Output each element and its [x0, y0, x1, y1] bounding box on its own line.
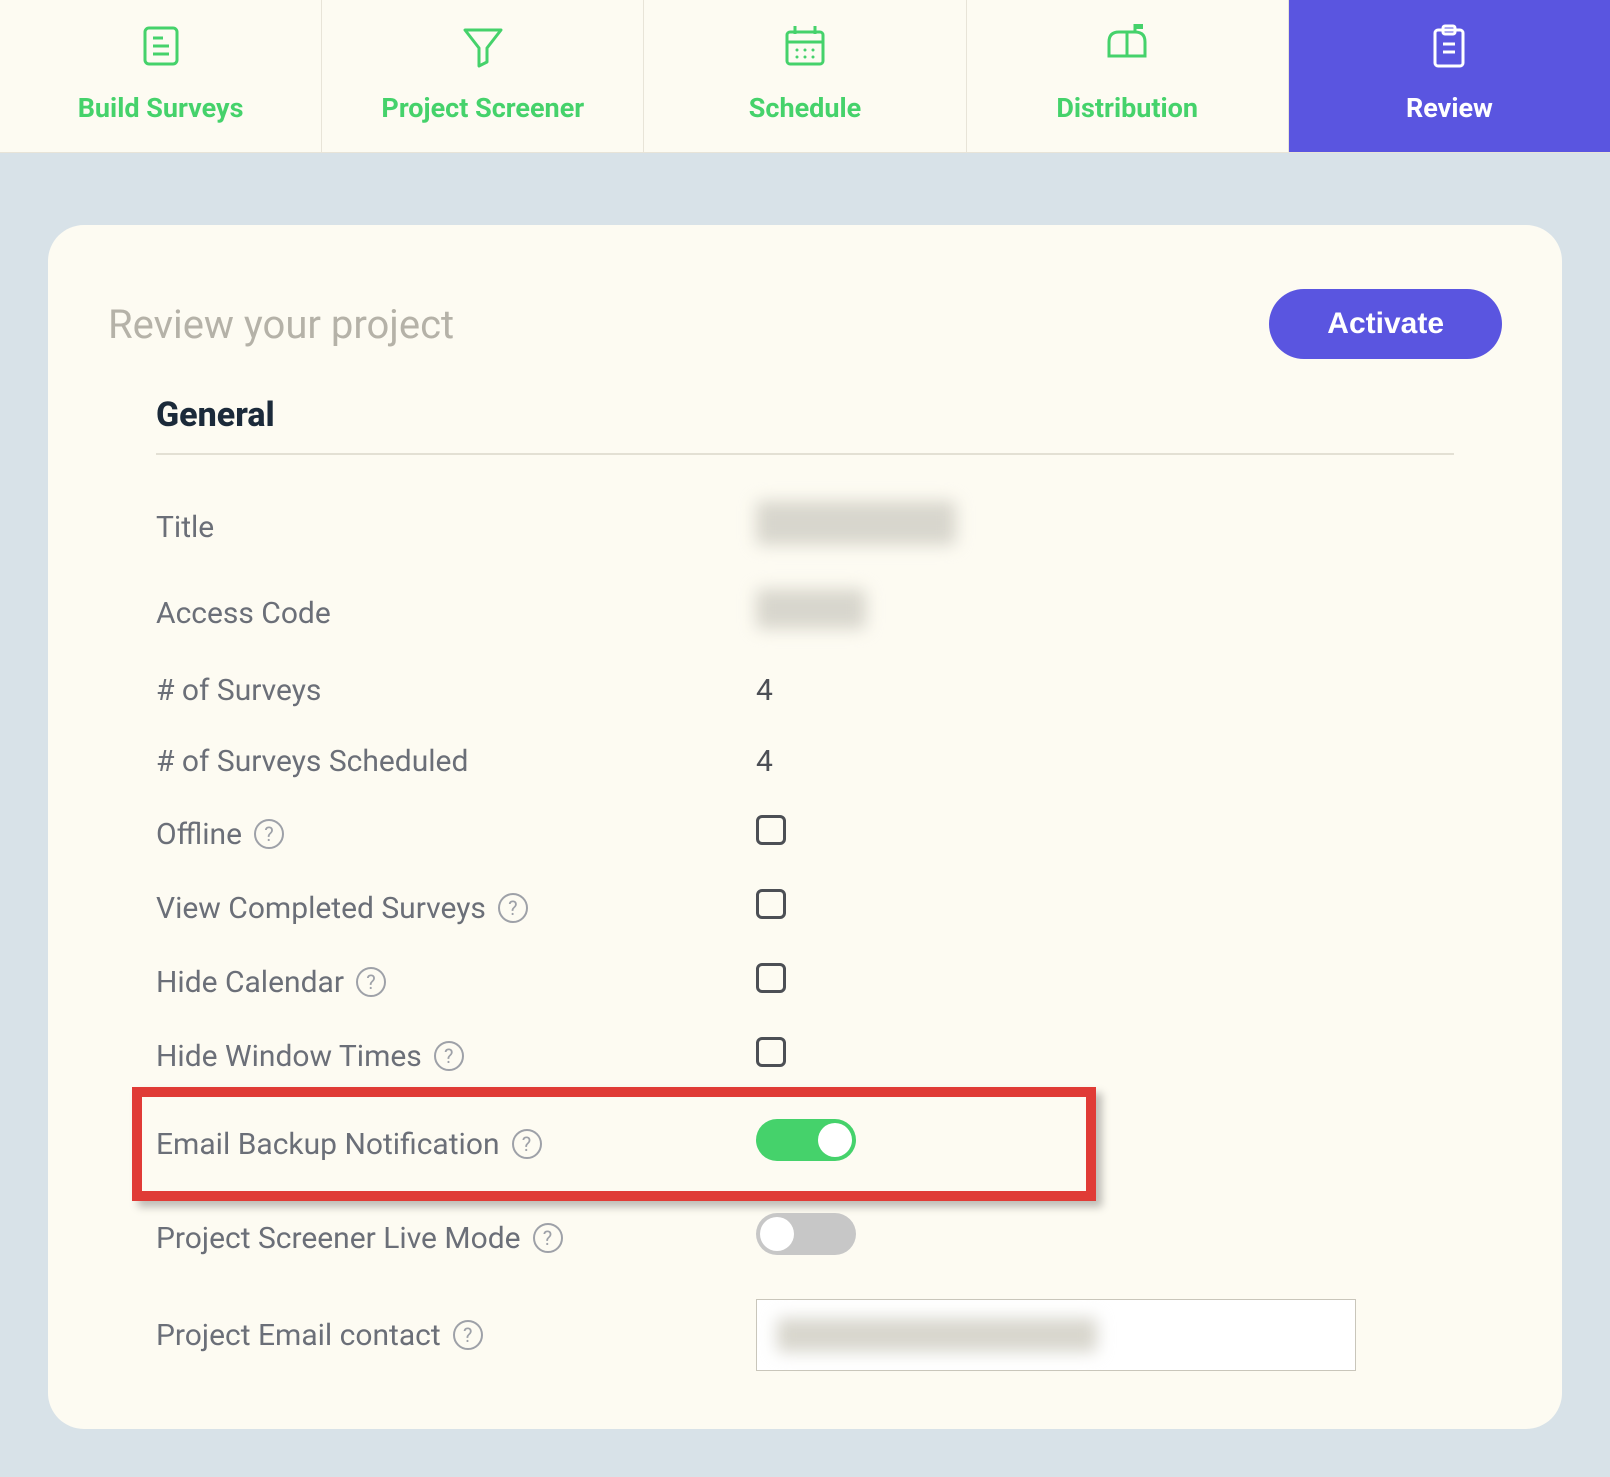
row-view-completed: View Completed Surveys ?: [156, 871, 1454, 945]
input-email-contact[interactable]: [756, 1299, 1356, 1371]
row-email-backup: Email Backup Notification ?: [156, 1093, 1454, 1195]
row-offline: Offline ?: [156, 797, 1454, 871]
value-title-redacted: [756, 501, 956, 545]
tab-label: Review: [1406, 92, 1493, 124]
help-icon[interactable]: ?: [533, 1223, 563, 1253]
page-title: Review your project: [108, 301, 454, 348]
value-email-contact-redacted: [777, 1318, 1097, 1352]
tab-project-screener[interactable]: Project Screener: [322, 0, 644, 152]
label-num-surveys: # of Surveys: [156, 673, 321, 708]
label-email-contact: Project Email contact: [156, 1318, 441, 1353]
help-icon[interactable]: ?: [434, 1041, 464, 1071]
label-access-code: Access Code: [156, 596, 331, 631]
label-title: Title: [156, 510, 214, 545]
tab-label: Distribution: [1056, 92, 1198, 124]
value-num-scheduled: 4: [756, 744, 773, 779]
checkbox-offline[interactable]: [756, 815, 786, 845]
label-email-backup: Email Backup Notification: [156, 1127, 500, 1162]
section-title-general: General: [156, 395, 1454, 455]
value-access-code-redacted: [756, 589, 866, 629]
row-hide-window: Hide Window Times ?: [156, 1019, 1454, 1093]
row-access-code: Access Code: [156, 571, 1454, 655]
label-num-scheduled: # of Surveys Scheduled: [156, 744, 468, 779]
help-icon[interactable]: ?: [254, 819, 284, 849]
help-icon[interactable]: ?: [498, 893, 528, 923]
funnel-icon: [459, 22, 507, 74]
row-title: Title: [156, 483, 1454, 571]
tab-review[interactable]: Review: [1289, 0, 1610, 152]
help-icon[interactable]: ?: [453, 1320, 483, 1350]
row-num-surveys: # of Surveys 4: [156, 655, 1454, 726]
label-offline: Offline: [156, 817, 242, 852]
tab-label: Project Screener: [381, 92, 584, 124]
tab-label: Build Surveys: [78, 92, 244, 124]
mailbox-icon: [1103, 22, 1151, 74]
label-hide-window: Hide Window Times: [156, 1039, 422, 1074]
clipboard-icon: [1425, 22, 1473, 74]
row-screener-live: Project Screener Live Mode ?: [156, 1195, 1454, 1281]
checkbox-hide-calendar[interactable]: [756, 963, 786, 993]
help-icon[interactable]: ?: [356, 967, 386, 997]
tab-build-surveys[interactable]: Build Surveys: [0, 0, 322, 152]
row-email-contact: Project Email contact ?: [156, 1281, 1454, 1389]
label-hide-calendar: Hide Calendar: [156, 965, 344, 1000]
checkbox-hide-window[interactable]: [756, 1037, 786, 1067]
value-num-surveys: 4: [756, 673, 773, 708]
top-tabs: Build Surveys Project Screener Schedule …: [0, 0, 1610, 153]
tab-distribution[interactable]: Distribution: [967, 0, 1289, 152]
tab-schedule[interactable]: Schedule: [644, 0, 966, 152]
toggle-screener-live[interactable]: [756, 1213, 856, 1255]
checkbox-view-completed[interactable]: [756, 889, 786, 919]
label-screener-live: Project Screener Live Mode: [156, 1221, 521, 1256]
row-hide-calendar: Hide Calendar ?: [156, 945, 1454, 1019]
label-view-completed: View Completed Surveys: [156, 891, 486, 926]
row-num-scheduled: # of Surveys Scheduled 4: [156, 726, 1454, 797]
tab-label: Schedule: [749, 92, 861, 124]
activate-button[interactable]: Activate: [1269, 289, 1502, 359]
toggle-email-backup[interactable]: [756, 1119, 856, 1161]
document-icon: [137, 22, 185, 74]
help-icon[interactable]: ?: [512, 1129, 542, 1159]
review-card: Review your project Activate General Tit…: [48, 225, 1562, 1429]
calendar-icon: [781, 22, 829, 74]
